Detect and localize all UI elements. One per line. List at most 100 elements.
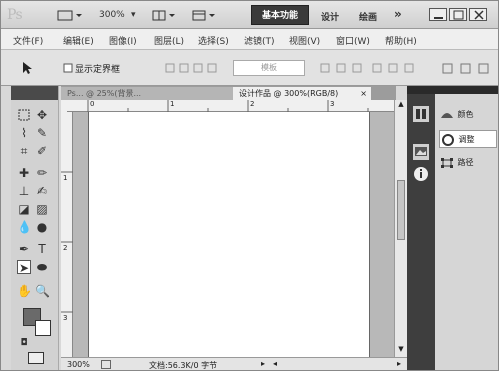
image-panel-icon[interactable] — [413, 144, 429, 160]
clone-stamp-tool-icon[interactable]: ⊥ — [17, 184, 31, 198]
path-selection-tool-icon[interactable]: ➤ — [17, 260, 31, 275]
distribute-buttons-group[interactable] — [319, 62, 419, 74]
gradient-tool-icon[interactable]: ▨ — [35, 202, 49, 216]
photoshop-window: Ps 300% ▾ 基本功能 设计 绘画 » 文件(F) 编辑(E) 图像(I)… — [0, 0, 499, 371]
quick-mask-icon[interactable] — [28, 352, 44, 364]
menu-window[interactable]: 窗口(W) — [336, 34, 370, 47]
panel-label: 颜色 — [457, 110, 474, 119]
vertical-scrollbar[interactable]: ▲ ▼ — [394, 100, 407, 357]
ruler-label: 1 — [170, 100, 175, 108]
healing-brush-tool-icon[interactable]: ✚ — [17, 166, 31, 180]
minimize-button[interactable] — [429, 8, 447, 21]
tools-panel: ✥ ⌇ ✎ ⌗ ✐ ✚ ✏ ⊥ ✍ ◪ ▨ 💧 ● ✒ T ➤ ⬬ ✋ 🔍 ◘ — [11, 86, 59, 370]
type-tool-icon[interactable]: T — [35, 242, 49, 256]
hand-tool-icon[interactable]: ✋ — [17, 284, 32, 298]
vertical-ruler: 1 2 3 — [61, 112, 73, 357]
menu-select[interactable]: 选择(S) — [198, 34, 229, 47]
scroll-left-icon[interactable]: ◂ — [273, 359, 277, 368]
document-tab-bar: Ps... @ 25%(背景... 设计作品 @ 300%(RGB/8) × — [61, 86, 396, 100]
launch-bridge-button[interactable] — [56, 8, 84, 23]
adjustments-icon — [442, 133, 454, 146]
status-zoom[interactable]: 300% — [67, 360, 90, 369]
screen-mode-button[interactable] — [191, 8, 217, 23]
color-icon — [441, 112, 453, 118]
menu-filter[interactable]: 滤镜(T) — [244, 34, 275, 47]
close-window-button[interactable] — [469, 8, 487, 21]
arrange-documents-button[interactable] — [151, 8, 177, 23]
eraser-tool-icon[interactable]: ◪ — [17, 202, 31, 216]
document-tab-inactive[interactable]: Ps... @ 25%(背景... — [61, 87, 233, 100]
eyedropper-tool-icon[interactable]: ✐ — [35, 144, 49, 158]
collapsed-panel-dock — [407, 86, 435, 370]
horizontal-ruler: 0 1 2 3 — [67, 100, 394, 112]
scrollbar-thumb[interactable] — [397, 180, 405, 240]
status-info-icon[interactable] — [101, 360, 111, 369]
background-color-swatch[interactable] — [35, 320, 51, 336]
menu-layer[interactable]: 图层(L) — [154, 34, 184, 47]
zoom-tool-icon[interactable]: 🔍 — [35, 284, 50, 298]
workspace-essentials-button[interactable]: 基本功能 — [251, 5, 309, 25]
maximize-button[interactable] — [449, 8, 467, 21]
show-bounds-label: 显示定界框 — [75, 65, 121, 75]
history-panel-icon[interactable] — [413, 106, 429, 122]
dock-header — [435, 86, 498, 94]
pen-tool-icon[interactable]: ✒ — [17, 242, 31, 256]
title-bar: Ps 300% ▾ 基本功能 设计 绘画 » — [1, 1, 498, 29]
ruler-label: 3 — [63, 314, 68, 322]
zoom-level-select[interactable]: 300% — [99, 8, 125, 23]
menu-edit[interactable]: 编辑(E) — [63, 34, 94, 47]
panel-tab-paths[interactable]: 路径 — [439, 154, 497, 172]
workspace-design-button[interactable]: 设计 — [321, 10, 339, 23]
dodge-tool-icon[interactable]: ● — [35, 220, 49, 234]
ruler-corner — [61, 100, 67, 112]
tools-panel-header — [11, 86, 58, 100]
ps-logo: Ps — [7, 7, 23, 23]
panel-tab-adjustments[interactable]: 调整 — [439, 130, 497, 148]
move-tool-icon[interactable]: ✥ — [35, 108, 49, 122]
zoom-dropdown-icon[interactable]: ▾ — [131, 8, 136, 23]
quick-select-tool-icon[interactable]: ✎ — [35, 126, 49, 140]
menu-bar: 文件(F) 编辑(E) 图像(I) 图层(L) 选择(S) 滤镜(T) 视图(V… — [1, 29, 498, 50]
panel-tab-color[interactable]: 颜色 — [439, 106, 497, 124]
document-tab-active[interactable]: 设计作品 @ 300%(RGB/8) × — [233, 87, 371, 100]
ruler-label: 2 — [63, 244, 68, 252]
options-text-field[interactable]: 模板 — [233, 60, 305, 76]
crop-tool-icon[interactable]: ⌗ — [17, 144, 31, 158]
document-canvas[interactable] — [88, 112, 370, 357]
document-tab-label: Ps... @ 25%(背景... — [67, 89, 142, 98]
auto-align-buttons-group[interactable] — [441, 62, 496, 74]
panel-label: 调整 — [458, 135, 475, 144]
menu-help[interactable]: 帮助(H) — [385, 34, 417, 47]
align-buttons-group[interactable] — [164, 62, 224, 74]
status-doc-info: 文档:56.3K/0 字节 — [149, 361, 218, 370]
show-bounds-checkbox[interactable] — [63, 62, 73, 74]
paths-icon — [441, 157, 453, 168]
menu-image[interactable]: 图像(I) — [109, 34, 137, 47]
default-colors-icon[interactable]: ◘ — [17, 336, 31, 350]
options-bar: 显示定界框 模板 — [1, 50, 498, 86]
ruler-label: 3 — [330, 100, 335, 108]
scroll-down-icon[interactable]: ▼ — [396, 345, 406, 355]
lasso-tool-icon[interactable]: ⌇ — [17, 126, 31, 140]
blur-tool-icon[interactable]: 💧 — [17, 220, 32, 234]
panel-label: 路径 — [457, 158, 474, 167]
shape-tool-icon[interactable]: ⬬ — [35, 260, 49, 274]
status-menu-icon[interactable]: ▸ — [261, 359, 265, 368]
menu-file[interactable]: 文件(F) — [13, 34, 43, 47]
workspace-painting-button[interactable]: 绘画 — [359, 10, 377, 23]
status-bar: 300% 文档:56.3K/0 字节 ▸ ◂ ▸ — [61, 357, 407, 370]
scroll-right-icon[interactable]: ▸ — [397, 359, 401, 368]
ruler-label: 0 — [90, 100, 95, 108]
info-panel-icon[interactable] — [413, 166, 429, 182]
brush-tool-icon[interactable]: ✏ — [35, 166, 49, 180]
ruler-label: 2 — [250, 100, 255, 108]
marquee-tool-icon[interactable] — [17, 108, 31, 122]
dock-header — [407, 86, 435, 94]
menu-view[interactable]: 视图(V) — [289, 34, 320, 47]
close-tab-icon[interactable]: × — [360, 87, 367, 100]
scroll-up-icon[interactable]: ▲ — [396, 100, 406, 110]
move-tool-preset-icon[interactable] — [21, 62, 33, 74]
more-workspaces-button[interactable]: » — [394, 7, 402, 21]
ruler-label: 1 — [63, 174, 68, 182]
history-brush-tool-icon[interactable]: ✍ — [35, 184, 49, 198]
